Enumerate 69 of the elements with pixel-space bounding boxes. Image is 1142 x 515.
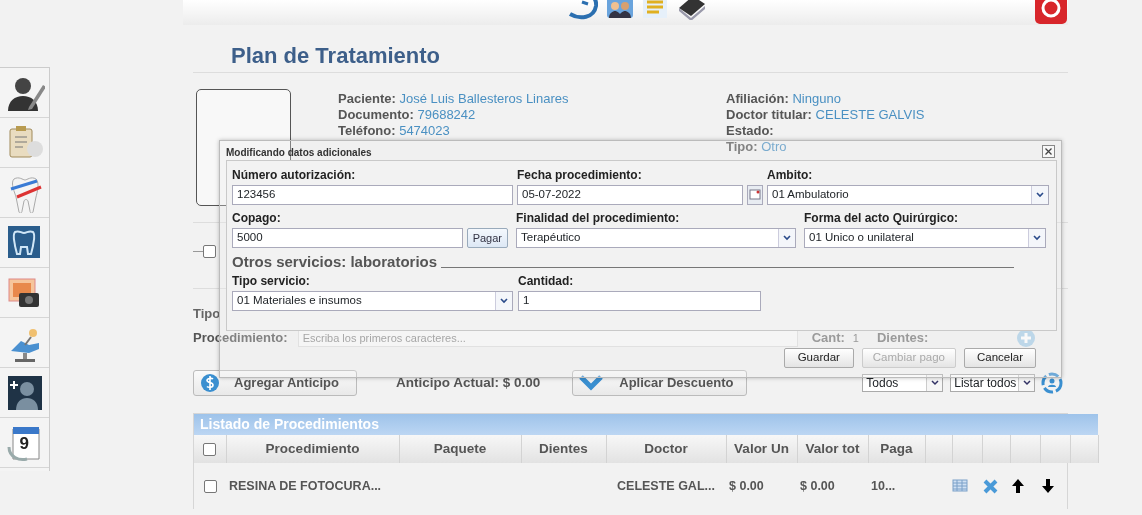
table-cell: $ 0.00	[800, 478, 835, 493]
arrow-down-icon[interactable]	[1040, 478, 1056, 495]
field-label: Tipo:	[726, 139, 758, 154]
table-cell: CELESTE GAL...	[617, 478, 715, 493]
select-field[interactable]: Terapéutico	[516, 228, 796, 248]
filter-select[interactable]: Todos	[862, 374, 944, 392]
field-value: Ninguno	[792, 91, 841, 106]
field-label: Ambito:	[767, 168, 814, 182]
select-field[interactable]: 01 Ambulatorio	[767, 185, 1049, 205]
pay-button[interactable]: Pagar	[466, 228, 508, 248]
caret-down-icon	[500, 298, 508, 304]
field-label: Fecha procedimiento:	[517, 168, 643, 182]
checkbox[interactable]	[203, 479, 217, 493]
table-cell: $ 0.00	[729, 478, 764, 493]
field-label: Cant:	[811, 329, 845, 348]
field-label: Cantidad:	[518, 274, 575, 288]
field-label: Paciente:	[338, 91, 396, 106]
input-field[interactable]: 5000	[232, 228, 463, 248]
field-label: Número autorización:	[232, 168, 357, 182]
dialog-button[interactable]: Guardar	[783, 348, 854, 368]
field-label: Documento:	[338, 107, 414, 122]
caret-down-icon	[1033, 235, 1041, 241]
delete-icon[interactable]	[982, 478, 998, 495]
field-label: Procedimiento:	[193, 329, 288, 348]
table-cell: 10...	[871, 478, 896, 493]
caret-down-icon	[783, 235, 791, 241]
dollar-icon	[200, 373, 220, 393]
field-label: Finalidad del procedimiento:	[516, 211, 681, 225]
field-label: Tipo	[193, 306, 222, 322]
user-circle-icon[interactable]	[1041, 372, 1064, 394]
select-field[interactable]: 01 Materiales e insumos	[232, 291, 513, 311]
field-value: 5474023	[399, 123, 450, 138]
chevron-down-icon	[579, 375, 604, 391]
page-title: Plan de Tratamiento	[231, 42, 442, 70]
field-value: 1	[852, 330, 859, 346]
calendar-icon[interactable]	[747, 185, 763, 205]
close-icon[interactable]	[1042, 145, 1055, 158]
discount-button[interactable]: Aplicar Descuento	[572, 370, 748, 396]
checkbox[interactable]	[203, 442, 217, 456]
section-title: Otros servicios: laboratorios	[232, 254, 438, 270]
dialog-button[interactable]: Cancelar	[964, 348, 1036, 368]
field-value: 79688242	[417, 107, 476, 122]
caret-down-icon	[1022, 380, 1031, 386]
caret-down-icon	[930, 380, 939, 386]
field-label: Copago:	[232, 211, 282, 225]
select-field[interactable]: 01 Unico o unilateral	[804, 228, 1046, 248]
power-icon[interactable]	[1034, 0, 1068, 25]
field-value: Otro	[761, 139, 787, 154]
field-value: CELESTE GALVIS	[815, 107, 925, 122]
field-label: Afiliación:	[726, 91, 789, 106]
add-advance-button[interactable]: Agregar Anticipo	[193, 370, 357, 396]
field-label: Dientes:	[876, 329, 929, 348]
table-title: Listado de Procedimientos	[194, 414, 1099, 435]
filter-select[interactable]: Listar todos	[950, 374, 1036, 392]
field-value: José Luis Ballesteros Linares	[399, 91, 569, 106]
caret-down-icon	[1036, 192, 1044, 198]
table-cell: RESINA DE FOTOCURA...	[229, 478, 382, 493]
input-field[interactable]: 123456	[232, 185, 513, 205]
field-label: Estado:	[726, 123, 774, 138]
checkbox[interactable]	[203, 244, 216, 258]
field-label: Teléfono:	[338, 123, 396, 138]
input-field[interactable]: 1	[518, 291, 761, 311]
field-label: Tipo servicio:	[232, 274, 311, 288]
advance-amount: Anticipo Actual: $ 0.00	[396, 373, 541, 392]
arrow-up-icon[interactable]	[1010, 478, 1026, 495]
field-label: Forma del acto Quirúrgico:	[804, 211, 960, 225]
calendar-day: 9	[19, 433, 29, 454]
date-field[interactable]: 05-07-2022	[517, 185, 743, 205]
field-label: Doctor titular:	[726, 107, 812, 122]
